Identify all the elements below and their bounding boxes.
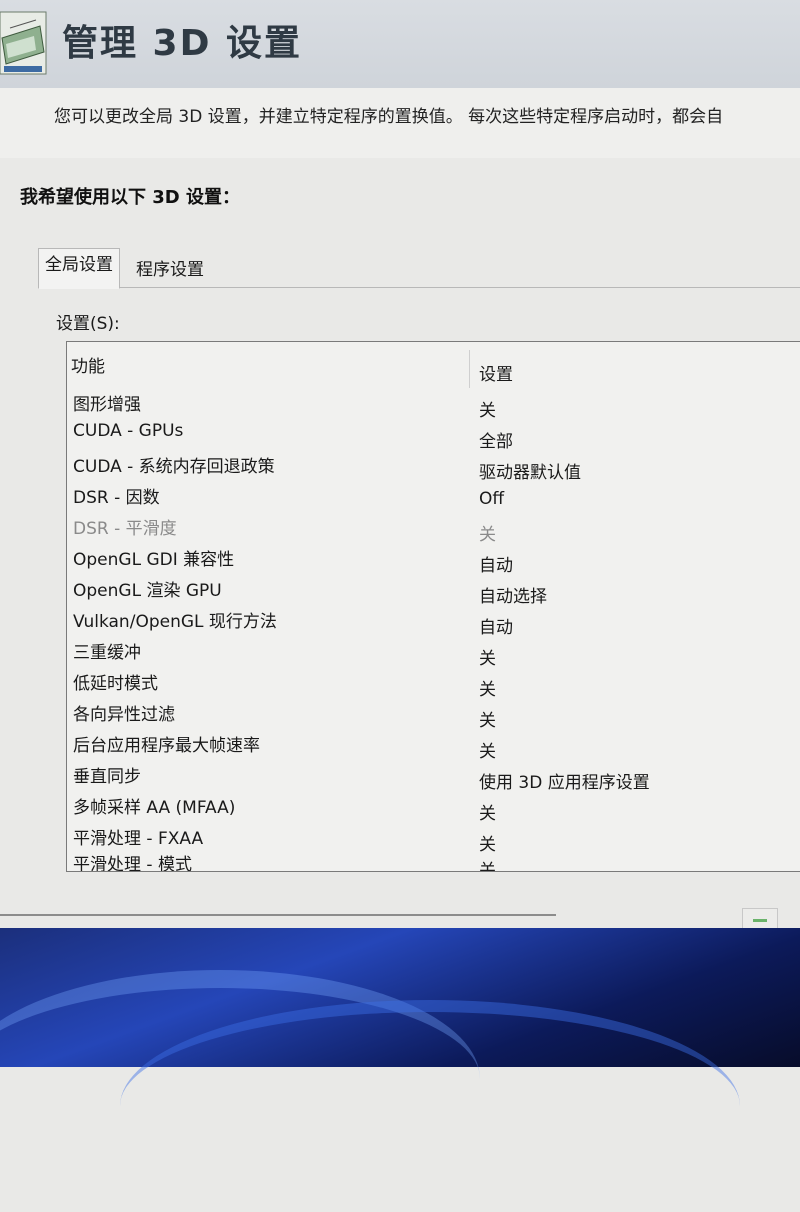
row-feature: 图形增强 [73, 395, 141, 415]
table-row[interactable]: OpenGL 渲染 GPU 自动选择 [67, 576, 800, 607]
row-feature: 低延时模式 [73, 674, 158, 694]
row-value[interactable]: 关 [479, 396, 496, 421]
row-feature: CUDA - 系统内存回退政策 [73, 457, 275, 477]
row-value[interactable]: 关 [479, 737, 496, 762]
column-header-feature[interactable]: 功能 [71, 352, 105, 377]
row-value[interactable]: 关 [479, 706, 496, 731]
table-row[interactable]: Vulkan/OpenGL 现行方法 自动 [67, 607, 800, 638]
row-feature: DSR - 平滑度 [73, 519, 177, 539]
table-row[interactable]: 多帧采样 AA (MFAA) 关 [67, 793, 800, 824]
table-row[interactable]: 垂直同步 使用 3D 应用程序设置 [67, 762, 800, 793]
green-bar-icon [753, 919, 767, 922]
table-row[interactable]: 三重缓冲 关 [67, 638, 800, 669]
row-value[interactable]: 关 [479, 856, 496, 871]
row-feature: 三重缓冲 [73, 643, 141, 663]
row-value[interactable]: 自动 [479, 613, 513, 638]
row-feature: 平滑处理 - 模式 [73, 855, 192, 872]
row-value[interactable]: 自动选择 [479, 582, 547, 607]
table-row[interactable]: 图形增强 关 [67, 390, 800, 421]
row-feature: 多帧采样 AA (MFAA) [73, 798, 236, 818]
column-header-setting[interactable]: 设置 [479, 360, 513, 385]
table-row[interactable]: DSR - 因数 Off [67, 483, 800, 514]
row-value[interactable]: 全部 [479, 427, 513, 452]
row-value[interactable]: 关 [479, 675, 496, 700]
tab-program-settings[interactable]: 程序设置 [130, 254, 210, 293]
row-feature: 各向异性过滤 [73, 705, 175, 725]
section-heading: 我希望使用以下 3D 设置： [20, 187, 240, 208]
row-feature: 垂直同步 [73, 767, 141, 787]
table-row-disabled: DSR - 平滑度 关 [67, 514, 800, 545]
row-feature: 后台应用程序最大帧速率 [73, 736, 260, 756]
row-value[interactable]: Off [479, 489, 504, 509]
row-feature: DSR - 因数 [73, 488, 160, 508]
settings-list[interactable]: 功能 设置 图形增强 关 CUDA - GPUs 全部 CUDA - 系统内存回… [66, 341, 800, 872]
row-value[interactable]: 自动 [479, 551, 513, 576]
table-row[interactable]: 平滑处理 - 模式 关 [67, 850, 800, 872]
tab-global-settings[interactable]: 全局设置 [38, 248, 120, 289]
table-row[interactable]: 各向异性过滤 关 [67, 700, 800, 731]
table-row[interactable]: OpenGL GDI 兼容性 自动 [67, 545, 800, 576]
page-description: 您可以更改全局 3D 设置，并建立特定程序的置换值。 每次这些特定程序启动时，都… [54, 107, 724, 127]
row-feature: OpenGL GDI 兼容性 [73, 550, 235, 570]
column-divider[interactable] [469, 350, 470, 388]
row-value[interactable]: 驱动器默认值 [479, 458, 581, 483]
nvidia-3d-settings-icon [0, 11, 47, 75]
row-value[interactable]: 使用 3D 应用程序设置 [479, 768, 650, 793]
horizontal-scrollbar[interactable] [0, 914, 556, 916]
header-band: 管理 3D 设置 [0, 0, 800, 88]
table-row[interactable]: CUDA - GPUs 全部 [67, 421, 800, 452]
table-row[interactable]: CUDA - 系统内存回退政策 驱动器默认值 [67, 452, 800, 483]
row-value[interactable]: 关 [479, 799, 496, 824]
wallpaper-wave [120, 1000, 740, 1212]
row-feature: Vulkan/OpenGL 现行方法 [73, 612, 277, 632]
table-row[interactable]: 低延时模式 关 [67, 669, 800, 700]
table-row[interactable]: 后台应用程序最大帧速率 关 [67, 731, 800, 762]
row-value: 关 [479, 525, 496, 545]
row-feature: OpenGL 渲染 GPU [73, 581, 222, 601]
row-value[interactable]: 关 [479, 644, 496, 669]
page-title: 管理 3D 设置 [62, 23, 302, 64]
settings-label: 设置(S): [56, 314, 120, 334]
row-feature: 平滑处理 - FXAA [73, 829, 204, 849]
row-feature: CUDA - GPUs [73, 421, 184, 441]
